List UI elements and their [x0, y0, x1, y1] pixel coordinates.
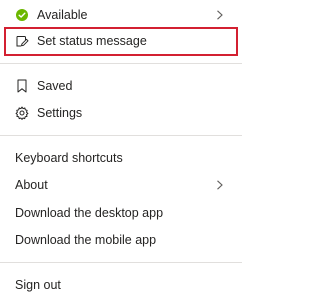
download-desktop-app-label: Download the desktop app [15, 206, 164, 220]
settings-label: Settings [37, 106, 83, 120]
keyboard-shortcuts-item[interactable]: Keyboard shortcuts [0, 149, 242, 167]
divider [0, 63, 242, 64]
settings-item[interactable]: Settings [0, 104, 242, 122]
download-mobile-app-label: Download the mobile app [15, 233, 157, 247]
sign-out-label: Sign out [15, 278, 61, 292]
set-status-message-item[interactable]: Set status message [0, 32, 242, 50]
chevron-right-icon [217, 180, 223, 190]
divider [0, 262, 242, 263]
divider [0, 135, 242, 136]
saved-label: Saved [37, 79, 73, 93]
about-item[interactable]: About [0, 176, 242, 194]
gear-icon [15, 106, 29, 120]
bookmark-icon [15, 79, 29, 93]
pencil-edit-icon [15, 34, 29, 48]
saved-item[interactable]: Saved [0, 77, 242, 95]
sign-out-item[interactable]: Sign out [0, 276, 242, 294]
status-available-icon [15, 8, 29, 22]
chevron-right-icon [217, 10, 223, 20]
keyboard-shortcuts-label: Keyboard shortcuts [15, 151, 123, 165]
about-label: About [15, 178, 48, 192]
download-desktop-app-item[interactable]: Download the desktop app [0, 204, 242, 222]
set-status-message-label: Set status message [37, 34, 147, 48]
download-mobile-app-item[interactable]: Download the mobile app [0, 231, 242, 249]
status-label: Available [37, 8, 88, 22]
status-item[interactable]: Available [0, 6, 242, 24]
profile-menu: Available Set status message Saved Setti… [0, 0, 242, 300]
